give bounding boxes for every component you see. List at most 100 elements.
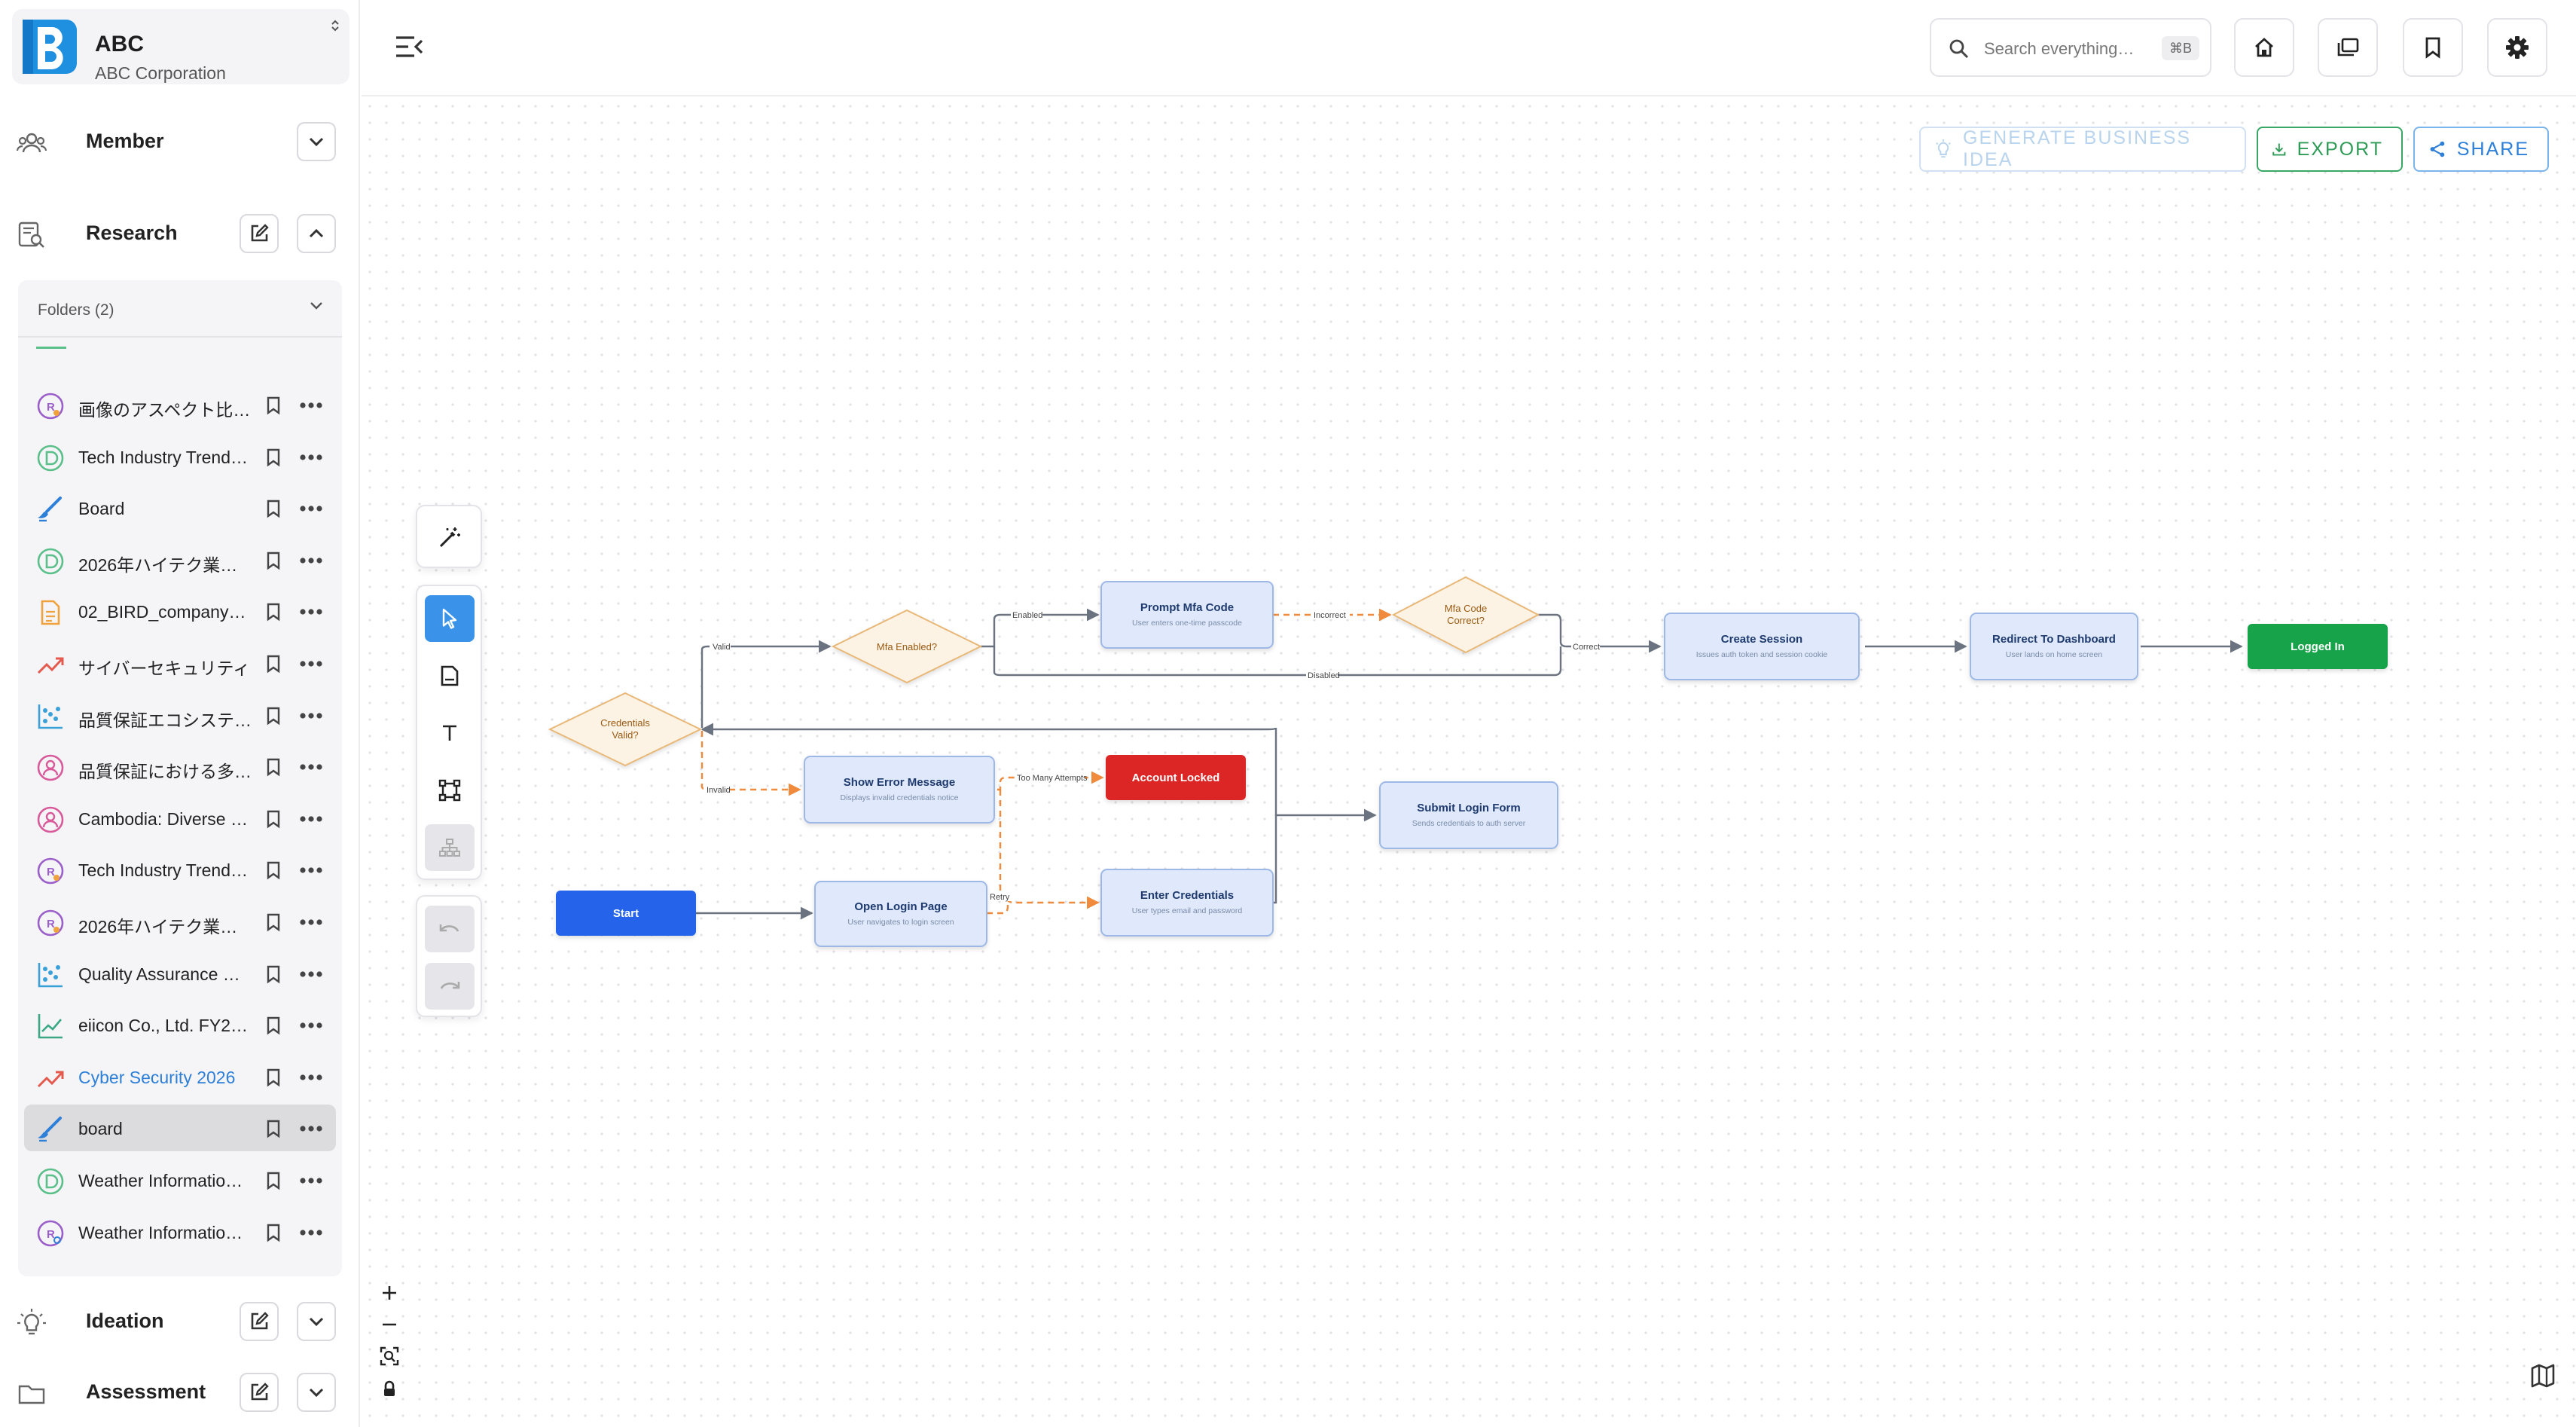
bookmark-icon[interactable] <box>264 447 283 468</box>
node-show-error-desc: Displays invalid credentials notice <box>841 793 959 802</box>
node-prompt-mfa-title: Prompt Mfa Code <box>1140 601 1234 614</box>
node-show-error[interactable]: Show Error Message Displays invalid cred… <box>804 756 995 824</box>
node-enter-credentials[interactable]: Enter Credentials User types email and p… <box>1100 869 1274 937</box>
ideation-expand-button[interactable] <box>297 1302 336 1341</box>
more-options-icon[interactable] <box>298 552 324 570</box>
research-list-item[interactable]: Weather Informatio… <box>24 1157 336 1203</box>
bookmark-icon[interactable] <box>264 912 283 933</box>
collapse-chevrons-icon[interactable] <box>330 18 340 33</box>
more-options-icon[interactable] <box>298 1120 324 1138</box>
node-account-locked[interactable]: Account Locked <box>1106 755 1246 800</box>
member-expand-button[interactable] <box>297 122 336 161</box>
research-list-item[interactable]: R 2026年ハイテク業… <box>24 898 336 945</box>
section-assessment[interactable]: Assessment <box>17 1367 343 1419</box>
bookmark-icon[interactable] <box>264 860 283 881</box>
research-list-item[interactable]: Tech Industry Trend… <box>24 433 336 480</box>
more-options-icon[interactable] <box>298 603 324 621</box>
research-list-item[interactable]: 2026年ハイテク業… <box>24 536 336 583</box>
research-list-item[interactable]: Cambodia: Diverse … <box>24 795 336 842</box>
bookmarks-button[interactable] <box>2403 18 2463 77</box>
more-options-icon[interactable] <box>298 758 324 776</box>
more-options-icon[interactable] <box>298 1224 324 1242</box>
research-new-button[interactable] <box>240 214 279 253</box>
bookmark-icon[interactable] <box>264 653 283 674</box>
bookmark-icon[interactable] <box>264 1222 283 1243</box>
more-options-icon[interactable] <box>298 861 324 879</box>
research-list-item[interactable]: Quality Assurance … <box>24 950 336 997</box>
global-search[interactable]: Search everything… ⌘B <box>1930 18 2211 77</box>
assessment-new-button[interactable] <box>240 1373 279 1412</box>
research-list-item[interactable]: R Weather Informatio… <box>24 1209 336 1255</box>
node-submit-login-title: Submit Login Form <box>1417 802 1520 814</box>
more-options-icon[interactable] <box>298 396 324 414</box>
node-start[interactable]: Start <box>556 891 696 936</box>
node-open-login[interactable]: Open Login Page User navigates to login … <box>814 881 987 947</box>
node-submit-login[interactable]: Submit Login Form Sends credentials to a… <box>1379 781 1558 849</box>
research-list-item[interactable]: eiicon Co., Ltd. FY2… <box>24 1001 336 1048</box>
research-list-item[interactable]: サイバーセキュリティ <box>24 640 336 686</box>
research-list-item[interactable]: R 画像のアスペクト比… <box>24 381 336 428</box>
edge-correct-session <box>1538 613 1662 653</box>
node-credentials-valid[interactable]: Credentials Valid? <box>548 692 703 767</box>
node-create-session-desc: Issues auth token and session cookie <box>1696 650 1828 659</box>
bookmark-icon[interactable] <box>264 550 283 571</box>
bookmark-icon[interactable] <box>264 964 283 985</box>
node-mfa-correct[interactable]: Mfa Code Correct? <box>1391 576 1540 654</box>
more-options-icon[interactable] <box>298 1172 324 1190</box>
node-mfa-enabled[interactable]: Mfa Enabled? <box>831 609 983 684</box>
section-research[interactable]: Research <box>17 208 343 261</box>
settings-button[interactable] <box>2487 18 2547 77</box>
research-list-item[interactable]: 品質保証エコシステ… <box>24 692 336 738</box>
node-prompt-mfa[interactable]: Prompt Mfa Code User enters one-time pas… <box>1100 581 1274 649</box>
node-open-login-title: Open Login Page <box>854 900 947 913</box>
research-list-item[interactable]: 02_BIRD_company_… <box>24 588 336 634</box>
research-collapse-button[interactable] <box>297 214 336 253</box>
more-options-icon[interactable] <box>298 913 324 931</box>
research-list-item[interactable]: R Tech Industry Trend… <box>24 846 336 893</box>
research-list-item[interactable]: board <box>24 1105 336 1152</box>
gear-icon <box>2506 36 2529 59</box>
whiteboard-canvas[interactable]: GENERATE BUSINESS IDEA EXPORT SHARE Vali… <box>362 98 2576 1427</box>
bookmark-icon[interactable] <box>264 756 283 778</box>
item-label: Weather Informatio… <box>78 1171 243 1190</box>
item-label: board <box>78 1119 123 1139</box>
more-options-icon[interactable] <box>298 707 324 725</box>
bookmark-icon[interactable] <box>264 1170 283 1191</box>
bookmark-icon[interactable] <box>264 705 283 726</box>
bookmark-icon[interactable] <box>264 1118 283 1139</box>
pages-button[interactable] <box>2318 18 2378 77</box>
workspace-switcher[interactable]: ABC ABC Corporation <box>12 9 349 84</box>
bookmark-icon[interactable] <box>264 498 283 519</box>
node-logged-in[interactable]: Logged In <box>2248 624 2388 669</box>
bookmark-icon[interactable] <box>264 1067 283 1088</box>
research-list-item[interactable]: Cyber Security 2026 <box>24 1053 336 1100</box>
bookmark-icon[interactable] <box>264 395 283 416</box>
top-bar: Search everything… ⌘B <box>362 0 2576 96</box>
node-create-session[interactable]: Create Session Issues auth token and ses… <box>1664 613 1860 680</box>
research-list-item[interactable]: 品質保証における多… <box>24 743 336 790</box>
assessment-expand-button[interactable] <box>297 1373 336 1412</box>
folders-toggle[interactable]: Folders (2) <box>18 280 342 338</box>
node-redirect-dashboard[interactable]: Redirect To Dashboard User lands on home… <box>1970 613 2138 680</box>
section-ideation[interactable]: Ideation <box>17 1296 343 1349</box>
research-avatar-icon: R <box>36 392 65 420</box>
edge-label-correct: Correct <box>1573 643 1600 652</box>
research-list-item[interactable]: Board <box>24 484 336 531</box>
bookmark-icon[interactable] <box>264 601 283 622</box>
more-options-icon[interactable] <box>298 810 324 828</box>
section-member[interactable]: Member <box>17 116 343 169</box>
ideation-new-button[interactable] <box>240 1302 279 1341</box>
board-brush-icon <box>36 495 65 524</box>
bookmark-icon[interactable] <box>264 808 283 830</box>
more-options-icon[interactable] <box>298 655 324 673</box>
more-options-icon[interactable] <box>298 965 324 983</box>
more-options-icon[interactable] <box>298 500 324 518</box>
more-options-icon[interactable] <box>298 448 324 466</box>
chevron-down-icon <box>309 137 324 147</box>
research-avatar-icon: R <box>36 857 65 885</box>
home-button[interactable] <box>2234 18 2294 77</box>
more-options-icon[interactable] <box>298 1016 324 1034</box>
sidebar-toggle-icon[interactable] <box>395 33 425 60</box>
bookmark-icon[interactable] <box>264 1015 283 1036</box>
more-options-icon[interactable] <box>298 1068 324 1086</box>
